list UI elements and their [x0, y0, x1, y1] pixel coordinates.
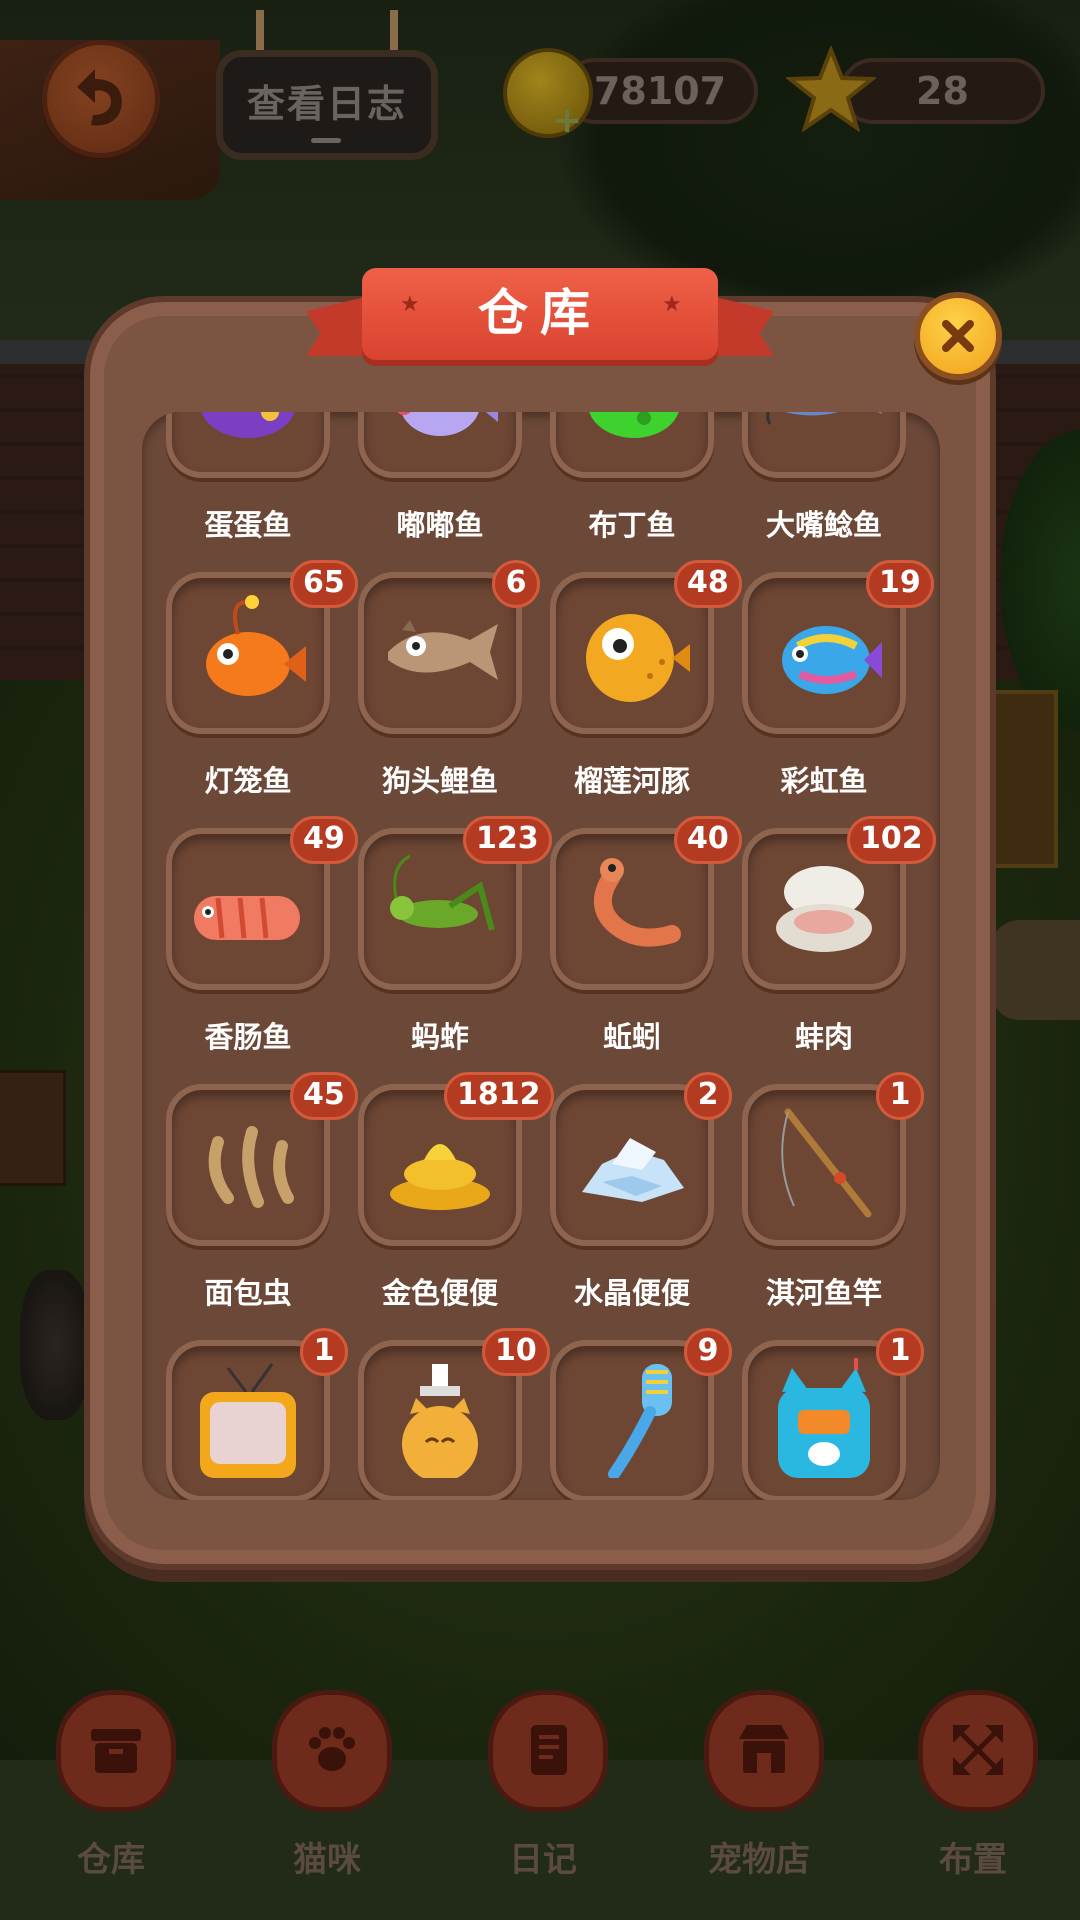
catfish-icon — [766, 412, 882, 425]
item-name: 蚂蚱 — [410, 1020, 469, 1054]
warehouse-grid[interactable]: 蛋蛋鱼 嘟嘟鱼 布丁鱼 大嘴鲶鱼 65 灯笼鱼 6 狗头鲤鱼 48 榴莲河豚 19 彩虹鱼 49 香肠鱼 1… — [142, 412, 940, 1500]
inventory-item[interactable]: 1 — [716, 1328, 924, 1500]
nav-button[interactable] — [56, 1690, 176, 1812]
green-pudding-fish-icon — [589, 412, 679, 438]
item-count-badge: 19 — [866, 560, 934, 608]
bottom-nav: 仓库 猫咪 日记 宠物店 布置 — [0, 1690, 1080, 1920]
inventory-item[interactable]: 10 — [332, 1328, 550, 1500]
diary-icon — [531, 1725, 567, 1775]
item-name: 水晶便便 — [573, 1276, 690, 1310]
inventory-item[interactable]: 45 面包虫 — [142, 1072, 358, 1314]
item-name: 面包虫 — [204, 1276, 292, 1310]
purple-spotted-fish-icon — [201, 412, 295, 438]
storage-box-icon — [91, 1729, 141, 1773]
item-count-badge: 1 — [876, 1072, 924, 1120]
item-count-badge: 102 — [847, 816, 936, 864]
inventory-item[interactable]: 102 蚌肉 — [716, 816, 936, 1058]
item-name: 淇河鱼竿 — [765, 1276, 882, 1310]
nav-label: 猫咪 — [293, 1840, 361, 1880]
fishing-rod-icon — [781, 1108, 872, 1218]
lavender-fish-icon — [397, 412, 498, 436]
item-name: 嘟嘟鱼 — [396, 508, 484, 542]
item-name: 香肠鱼 — [204, 1020, 292, 1054]
nav-label: 宠物店 — [708, 1840, 810, 1880]
close-icon — [942, 320, 974, 352]
nav-button[interactable] — [918, 1690, 1038, 1812]
back-arrow-icon — [77, 69, 122, 126]
item-name: 金色便便 — [381, 1276, 498, 1310]
tv-icon — [200, 1363, 296, 1478]
nav-label: 日记 — [509, 1840, 577, 1880]
arrange-icon — [953, 1725, 1003, 1775]
sausage-fish-icon — [194, 896, 300, 940]
inventory-item[interactable]: 9 — [524, 1328, 732, 1500]
golden-poop-icon — [390, 1144, 490, 1210]
close-button[interactable] — [914, 292, 1002, 380]
item-name: 大嘴鲶鱼 — [765, 508, 882, 542]
item-name: 榴莲河豚 — [573, 764, 690, 798]
inventory-item[interactable]: 40 蚯蚓 — [524, 816, 742, 1058]
cat-radio-icon — [778, 1358, 870, 1478]
grasshopper-icon — [390, 854, 495, 931]
inventory-item[interactable]: 1812 金色便便 — [332, 1072, 554, 1314]
inventory-item[interactable]: 1 淇河鱼竿 — [716, 1072, 924, 1314]
cat-lotion-bottle-icon — [402, 1364, 478, 1478]
crystal-poop-icon — [582, 1138, 684, 1202]
nav-item[interactable]: 仓库 — [28, 1690, 188, 1920]
nav-item[interactable]: 布置 — [890, 1690, 1050, 1920]
paw-icon — [309, 1727, 355, 1771]
inventory-item[interactable]: 123 蚂蚱 — [332, 816, 552, 1058]
puffer-fish-icon — [586, 614, 690, 702]
back-button[interactable] — [42, 40, 160, 158]
nav-button[interactable] — [704, 1690, 824, 1812]
top-hud: 查看日志 78107 + 28 — [0, 0, 1080, 180]
inventory-item[interactable]: 嘟嘟鱼 — [332, 412, 524, 546]
item-name: 狗头鲤鱼 — [381, 764, 498, 798]
nav-button[interactable] — [488, 1690, 608, 1812]
view-log-button[interactable]: 查看日志 — [216, 50, 438, 160]
nav-button[interactable] — [272, 1690, 392, 1812]
star-icon — [786, 46, 876, 132]
item-name: 布丁鱼 — [588, 508, 676, 542]
earthworm-icon — [594, 858, 681, 947]
item-name: 蚌肉 — [794, 1020, 853, 1054]
nav-item[interactable]: 宠物店 — [676, 1690, 836, 1920]
clam-icon — [776, 866, 872, 952]
ribbon-star-icon: ★ — [662, 292, 682, 317]
inventory-item[interactable]: 6 狗头鲤鱼 — [332, 560, 540, 802]
title-ribbon: 仓库 ★ ★ — [306, 260, 774, 370]
mealworm-icon — [208, 1126, 294, 1208]
inventory-item[interactable]: 2 水晶便便 — [524, 1072, 732, 1314]
rainbow-fish-icon — [782, 626, 882, 694]
nav-item[interactable]: 日记 — [460, 1690, 620, 1920]
inventory-item[interactable]: 49 香肠鱼 — [142, 816, 358, 1058]
inventory-item[interactable]: 大嘴鲶鱼 — [716, 412, 908, 546]
brush-icon — [608, 1364, 672, 1478]
item-name: 蛋蛋鱼 — [204, 508, 292, 542]
inventory-item[interactable]: 1 — [142, 1328, 348, 1500]
item-name: 蚯蚓 — [602, 1020, 661, 1054]
nav-label: 布置 — [939, 1840, 1007, 1880]
inventory-item[interactable]: 48 榴莲河豚 — [524, 560, 742, 802]
inventory-item[interactable]: 蛋蛋鱼 — [142, 412, 332, 546]
item-name: 灯笼鱼 — [204, 764, 292, 798]
lantern-fish-icon — [206, 595, 306, 696]
item-count-badge: 1 — [876, 1328, 924, 1376]
view-log-sign[interactable]: 查看日志 — [216, 10, 438, 162]
item-name: 彩虹鱼 — [780, 764, 868, 798]
add-coins-icon[interactable]: + — [552, 100, 582, 141]
inventory-item[interactable]: 65 灯笼鱼 — [142, 560, 358, 802]
nav-item[interactable]: 猫咪 — [244, 1690, 404, 1920]
nav-label: 仓库 — [77, 1840, 145, 1880]
inventory-item[interactable]: 布丁鱼 — [524, 412, 716, 546]
ribbon-star-icon: ★ — [400, 292, 420, 317]
inventory-item[interactable]: 19 彩虹鱼 — [716, 560, 934, 802]
pet-shop-icon — [739, 1725, 789, 1773]
carp-icon — [388, 620, 498, 680]
